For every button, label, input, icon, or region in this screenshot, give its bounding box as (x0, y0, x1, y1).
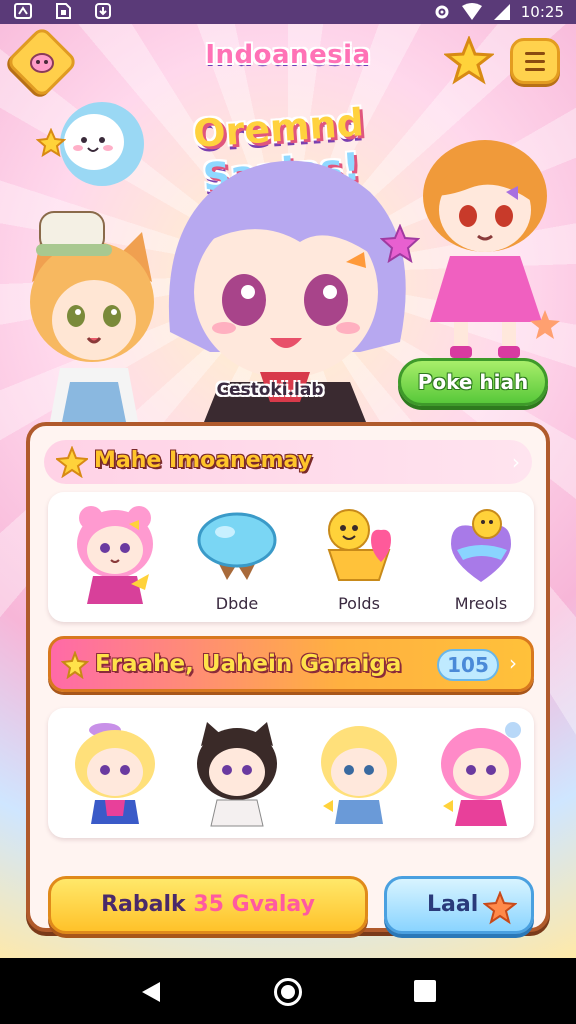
menu-line (525, 60, 545, 63)
gallery-button-number: 35 (193, 892, 224, 917)
notification-icon (14, 3, 32, 19)
item-label: Mreols (454, 594, 508, 613)
character-item[interactable] (182, 716, 292, 834)
item-card: Dbde Polds Mreols (48, 492, 534, 622)
list-item[interactable]: Polds (304, 500, 414, 618)
section1-header[interactable]: Mahe Imoanemay › (44, 440, 532, 484)
character-count-badge: 105 (437, 649, 499, 681)
favorites-star-button[interactable] (444, 36, 494, 86)
blue-cloud-icon (197, 512, 277, 580)
blonde-cat-girl-icon (75, 723, 155, 824)
hero-caption: Cestoki.lab (216, 380, 324, 400)
chevron-right-icon: › (509, 651, 517, 675)
list-item[interactable] (60, 500, 170, 618)
character-item[interactable] (60, 716, 170, 834)
poke-button[interactable]: Poke hiah (398, 358, 548, 406)
orange-star-icon (483, 891, 517, 925)
star-icon (61, 651, 89, 679)
menu-line (525, 52, 545, 55)
back-icon[interactable] (140, 980, 162, 1004)
pink-hair-girl-icon (441, 722, 521, 826)
gallery-button-prefix: Rabalk (101, 892, 186, 917)
blonde-boy-icon (321, 726, 397, 824)
menu-button[interactable] (510, 38, 560, 84)
wifi-icon (461, 3, 482, 20)
item-label: Dbde (215, 594, 259, 613)
game-main-screen: Indoanesia Oremnd Saaias! (0, 24, 576, 958)
main-panel: Mahe Imoanemay › Dbde Polds Mreols Eraah… (26, 422, 550, 934)
section2-header[interactable]: Eraahe, Uahein Garaiga 105 › (48, 636, 534, 692)
cat-girl-hat-character (30, 211, 154, 432)
gallery-button-suffix-text: Gvalay (231, 892, 315, 917)
gallery-button[interactable]: Rabalk 35 Gvalay (48, 876, 368, 934)
sim-icon (56, 3, 71, 19)
section1-title: Mahe Imoanemay (94, 448, 313, 473)
signal-icon (493, 4, 510, 20)
section2-title: Eraahe, Uahein Garaiga (95, 651, 402, 677)
clock: 10:25 (520, 3, 564, 21)
rainbow-heart-icon (451, 509, 511, 582)
settings-icon (435, 5, 449, 19)
recent-apps-icon[interactable] (414, 980, 436, 1002)
star-icon (56, 446, 88, 478)
list-item[interactable]: Dbde (182, 500, 292, 618)
sparkle-star-icon (36, 128, 66, 158)
dark-hair-cat-girl-icon (197, 722, 277, 827)
list-item[interactable]: Mreols (426, 500, 536, 618)
android-nav-bar (0, 958, 576, 1024)
item-label: Polds (338, 594, 380, 613)
heart-face-icon (327, 509, 391, 581)
pink-bear-girl-icon (77, 506, 153, 604)
orange-star-icon (530, 310, 560, 339)
character-item[interactable] (304, 716, 414, 834)
download-icon (95, 3, 111, 19)
load-button[interactable]: Laal (384, 876, 534, 934)
character-item[interactable] (426, 716, 536, 834)
character-card (48, 708, 534, 838)
load-button-label: Laal (427, 892, 479, 917)
status-bar: 10:25 (0, 0, 576, 24)
chevron-right-icon: › (512, 450, 520, 474)
home-icon[interactable] (274, 978, 302, 1006)
menu-line (525, 68, 545, 71)
